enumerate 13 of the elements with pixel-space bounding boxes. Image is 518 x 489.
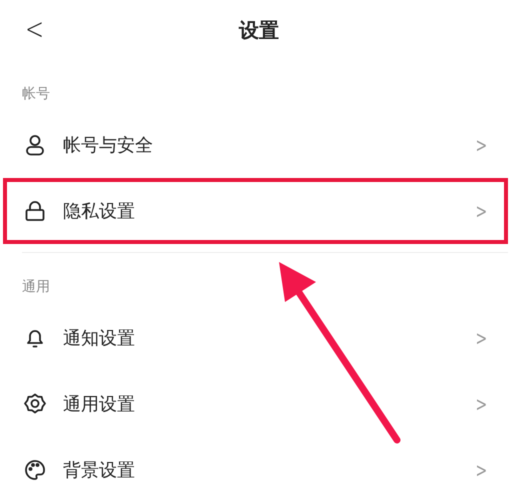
gear-icon (23, 392, 47, 416)
back-button[interactable]: < (20, 12, 48, 47)
settings-item[interactable]: 背景设置 > (3, 437, 508, 489)
settings-item[interactable]: 帐号与安全 > (3, 112, 508, 178)
section-header: 帐号 (21, 85, 51, 104)
page-title: 设置 (239, 16, 279, 44)
settings-item[interactable]: 通知设置 > (3, 305, 508, 371)
settings-item[interactable]: 通用设置 > (3, 371, 508, 437)
lock-icon (23, 199, 47, 223)
person-icon (23, 133, 47, 157)
settings-item[interactable]: 隐私设置 > (3, 178, 508, 244)
section-header: 通用 (21, 278, 51, 297)
palette-icon (23, 458, 47, 482)
